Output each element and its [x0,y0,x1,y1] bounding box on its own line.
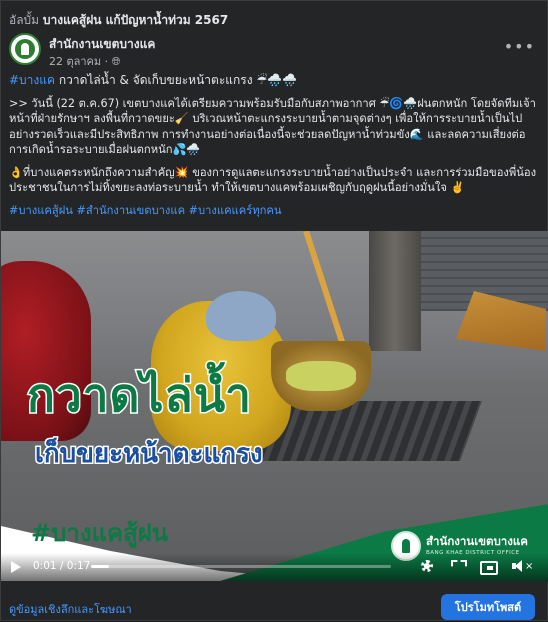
picture-in-picture-icon[interactable] [479,558,498,575]
post-footer: ดูข้อมูลเชิงลึกและโฆษณา โปรโมทโพสต์ [1,591,548,622]
album-breadcrumb[interactable]: อัลบั้ม บางแคสู้ฝน แก้ปัญหาน้ำท่วม 2567 [9,11,228,30]
post-body: #บางแค กวาดไล่น้ำ & จัดเก็บขยะหน้าตะแกรง… [9,73,541,225]
hashtag-bangkhae[interactable]: #บางแค [9,73,55,87]
post-timestamp[interactable]: 22 ตุลาคม · 🌐︎ [49,52,120,70]
progress-bar[interactable] [91,565,391,568]
video-title: กวาดไล่น้ำ [26,367,253,424]
video-controls: 0:01 / 0:17 × [1,553,548,581]
fullscreen-icon[interactable] [449,558,465,574]
progress-fill [91,565,109,568]
post-date[interactable]: 22 ตุลาคม [49,55,101,68]
mute-x-icon: × [525,561,534,572]
video-subtitle: เก็บขยะหน้าตะแกรง [34,438,265,471]
video-time: 0:01 / 0:17 [33,560,91,572]
hashtag-line[interactable]: #บางแคสู้ฝน #สำนักงานเขตบางแค #บางแคแคร์… [9,203,541,219]
page-avatar[interactable] [9,33,41,65]
post-header: สำนักงานเขตบางแค 22 ตุลาคม · 🌐︎ ••• [9,33,541,69]
album-name[interactable]: บางแคสู้ฝน แก้ปัญหาน้ำท่วม 2567 [43,13,228,27]
paragraph-2: 👌ที่บางแคตระหนักถึงความสำคัญ💥 ของการดูแล… [9,165,537,195]
office-name: สำนักงานเขตบางแค [426,534,528,548]
post-card: อัลบั้ม บางแคสู้ฝน แก้ปัญหาน้ำท่วม 2567 … [0,0,548,621]
album-prefix: อัลบั้ม [9,13,40,27]
video-hashtag: #บางแคสู้ฝน [31,519,169,547]
headline-text: กวาดไล่น้ำ & จัดเก็บขยะหน้าตะแกรง ☔🌧️🌧️ [55,73,298,87]
settings-gear-icon[interactable] [419,558,435,574]
play-icon[interactable] [11,561,21,573]
worker-hat [206,291,276,341]
video-player[interactable]: กวาดไล่น้ำ เก็บขยะหน้าตะแกรง #บางแคสู้ฝน… [1,231,548,581]
more-options-button[interactable]: ••• [504,37,535,56]
globe-icon: · 🌐︎ [104,55,121,68]
seal-logo-icon [15,39,35,59]
insights-ads-link[interactable]: ดูข้อมูลเชิงลึกและโฆษณา [9,600,132,618]
paragraph-1: >> วันนี้ (22 ต.ค.67) เขตบางแคได้เตรียมค… [9,96,536,157]
tree-trunk [369,231,421,351]
boost-post-button[interactable]: โปรโมทโพสต์ [441,594,535,620]
